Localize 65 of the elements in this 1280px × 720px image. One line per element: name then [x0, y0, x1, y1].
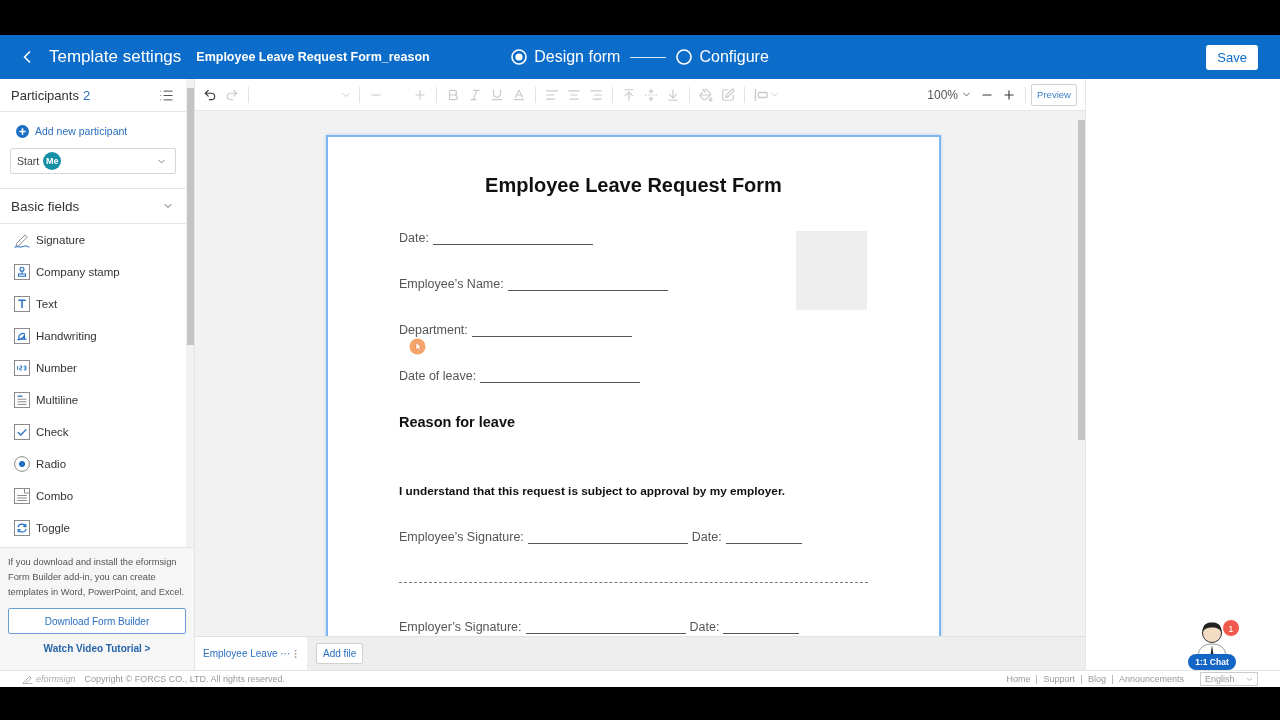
save-button[interactable]: Save [1206, 44, 1258, 70]
field-label: Date: [399, 230, 429, 246]
tutorial-link[interactable]: Watch Video Tutorial > [43, 643, 151, 654]
field-label: Department: [399, 322, 468, 338]
field-item[interactable]: Radio [0, 448, 186, 480]
footer-link[interactable]: Support [1036, 674, 1081, 684]
field-item[interactable]: Signature [0, 224, 186, 256]
checkbox-icon [14, 424, 30, 440]
plus-circle-icon [16, 124, 29, 138]
zoom-in-icon[interactable] [1002, 87, 1016, 102]
field-item[interactable]: Multiline [0, 384, 186, 416]
field-item[interactable]: Company stamp [0, 256, 186, 288]
field-label: Employer’s Signature: [399, 619, 522, 635]
dropdown-icon [14, 488, 30, 504]
chat-button[interactable]: 1:1 Chat [1188, 654, 1236, 670]
field-label: Employee’s Name: [399, 276, 504, 292]
participant-badge: Me [43, 152, 62, 170]
pen-icon [14, 232, 30, 248]
preview-button[interactable]: Preview [1031, 83, 1077, 106]
radio-icon [14, 456, 30, 472]
field-label: Employee’s Signature: [399, 529, 524, 545]
page-title: Template settings [49, 47, 182, 67]
undo-icon[interactable] [203, 87, 217, 102]
participant-select[interactable]: Start Me [10, 148, 176, 174]
field-item[interactable]: Combo [0, 480, 186, 512]
step-tab[interactable]: Design form [511, 48, 621, 66]
add-file-button[interactable]: Add file [316, 643, 364, 664]
field-label: Date of leave: [399, 368, 477, 384]
section-heading: Reason for leave [399, 413, 516, 431]
list-icon[interactable] [159, 87, 174, 103]
participants-count: 2 [82, 87, 91, 103]
zoom-select[interactable]: 100% [927, 87, 972, 102]
logo-text: eformsign [36, 674, 76, 684]
language-select[interactable]: English [1200, 672, 1258, 686]
toggle-icon [14, 520, 30, 536]
scrollbar-thumb[interactable] [1078, 120, 1085, 440]
file-tab[interactable]: Employee Leave ··· [195, 637, 307, 670]
footer-link[interactable]: Announcements [1111, 674, 1190, 684]
field-item[interactable]: Text [0, 288, 186, 320]
add-participant-link[interactable]: Add new participant [10, 122, 176, 140]
logo-icon [22, 674, 33, 684]
footer-link[interactable]: Home [1000, 674, 1037, 684]
field-item[interactable]: Number [0, 352, 186, 384]
form-title: Employee Leave Request Form [484, 173, 783, 197]
promo-text: If you download and install the eformsign Form Builder add-in, you can create templates in Word, PowerPoint, and Excel. [8, 556, 186, 599]
field-item[interactable]: Check [0, 416, 186, 448]
scrollbar-thumb[interactable] [187, 88, 194, 345]
statement-text: I understand that this request is subject to approval by my employer. [399, 483, 786, 499]
field-item[interactable]: Toggle [0, 512, 186, 544]
participants-title: Participants [11, 87, 79, 103]
stamp-icon [14, 264, 30, 280]
text-icon [14, 296, 30, 312]
multiline-icon [14, 392, 30, 408]
field-label: Date: [689, 619, 720, 635]
document-name: Employee Leave Request Form_reason [196, 50, 430, 64]
field-item[interactable]: Handwriting [0, 320, 186, 352]
download-button[interactable]: Download Form Builder [8, 608, 186, 634]
footer-link[interactable]: Blog [1080, 674, 1112, 684]
number-icon [14, 360, 30, 376]
step-tab[interactable]: Configure [676, 48, 769, 66]
handwriting-icon [14, 328, 30, 344]
click-indicator-icon [409, 338, 426, 355]
copyright-text: Copyright © FORCS CO., LTD. All rights reserved. [84, 674, 286, 684]
step-connector [630, 56, 667, 58]
field-label: Date: [691, 529, 722, 545]
